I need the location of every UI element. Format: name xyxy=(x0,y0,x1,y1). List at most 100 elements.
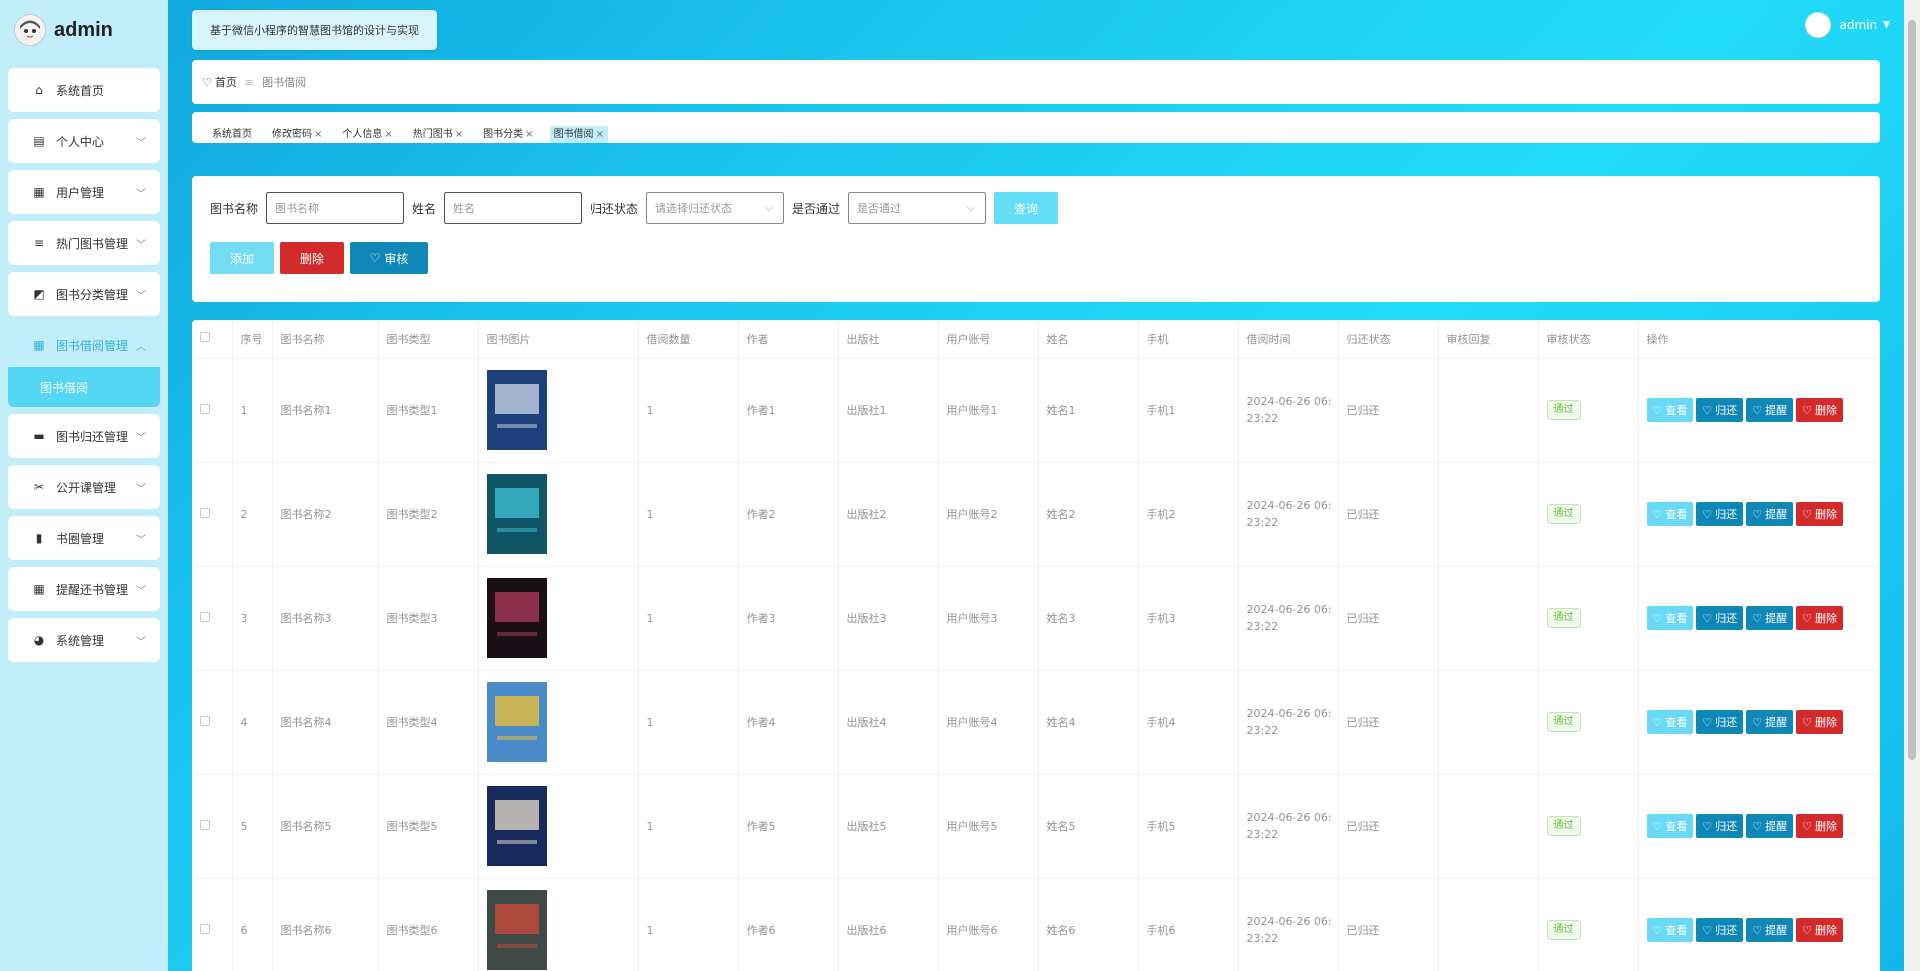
row-checkbox[interactable] xyxy=(200,819,210,830)
query-button[interactable]: 查询 xyxy=(994,192,1059,224)
remind-button[interactable]: ♡ 提醒 xyxy=(1746,606,1794,630)
column-header: 用户账号 xyxy=(938,320,1039,359)
view-button[interactable]: ♡ 查看 xyxy=(1646,398,1694,422)
sidebar-item[interactable]: ✂ 公开课管理 ﹀ xyxy=(8,465,160,509)
sidebar-item[interactable]: ▮ 书圈管理 ﹀ xyxy=(8,516,160,560)
tab-tag[interactable]: 个人信息 × xyxy=(338,126,396,143)
table-cell: ♡ 查看 ♡ 归还 ♡ 提醒 ♡ 删除 xyxy=(1638,774,1880,879)
table-row: 5 图书名称5 图书类型5 1 作者5 出版社5 用户账号5 姓名5 手机5 2024-06-26… xyxy=(192,774,1880,879)
return-status-label: 归还状态 xyxy=(590,201,639,216)
view-button[interactable]: ♡ 查看 xyxy=(1646,814,1694,838)
row-actions: ♡ 查看 ♡ 归还 ♡ 提醒 ♡ 删除 xyxy=(1646,710,1880,734)
breadcrumb-home[interactable]: 首页 xyxy=(215,74,237,90)
remind-button[interactable]: ♡ 提醒 xyxy=(1746,502,1794,526)
column-header: 手机 xyxy=(1138,320,1239,359)
return-button[interactable]: ♡ 归还 xyxy=(1696,918,1744,942)
monitor-icon: ▬ xyxy=(33,429,45,443)
row-checkbox[interactable] xyxy=(200,611,210,622)
table-body: 1 图书名称1 图书类型1 1 作者1 出版社1 用户账号1 姓名1 手机1 2024-06-26… xyxy=(192,358,1880,971)
delete-button[interactable]: 删除 xyxy=(280,242,344,274)
view-button[interactable]: ♡ 查看 xyxy=(1646,502,1694,526)
user-menu[interactable]: admin ▼ xyxy=(1805,12,1890,38)
return-button[interactable]: ♡ 归还 xyxy=(1696,502,1744,526)
table-cell: 图书名称3 xyxy=(272,566,379,671)
tab-tag[interactable]: 系统首页 xyxy=(208,126,256,143)
view-button[interactable]: ♡ 查看 xyxy=(1646,710,1694,734)
delete-row-button[interactable]: ♡ 删除 xyxy=(1796,502,1843,526)
view-button[interactable]: ♡ 查看 xyxy=(1646,918,1694,942)
remind-button[interactable]: ♡ 提醒 xyxy=(1746,814,1794,838)
sidebar-item[interactable]: ▬ 图书归还管理 ﹀ xyxy=(8,414,160,458)
name-input[interactable]: 姓名 xyxy=(444,192,583,224)
tab-tag[interactable]: 修改密码 × xyxy=(268,126,326,143)
sidebar-item[interactable]: ▦ 图书借阅管理 ︿ xyxy=(8,323,160,367)
chevron-up-icon: ︿ xyxy=(136,341,146,353)
table-cell: 用户账号2 xyxy=(938,462,1039,567)
book-name-label: 图书名称 xyxy=(210,201,259,216)
delete-row-button[interactable]: ♡ 删除 xyxy=(1796,814,1843,838)
scrollbar[interactable] xyxy=(1904,0,1920,971)
tab-tag-label: 系统首页 xyxy=(212,129,252,140)
scrollbar-thumb[interactable] xyxy=(1908,20,1916,760)
select-all-checkbox[interactable] xyxy=(200,332,210,343)
sidebar-item[interactable]: ≡ 热门图书管理 ﹀ xyxy=(8,221,160,265)
row-checkbox[interactable] xyxy=(200,715,210,726)
tab-tag[interactable]: 图书借阅 × xyxy=(549,126,608,143)
heart-icon: ♡ xyxy=(1652,611,1663,625)
main-area: 基于微信小程序的智慧图书馆的设计与实现 admin ▼ ♡ 首页 ≡ 图书借阅 … xyxy=(168,0,1920,971)
delete-row-button[interactable]: ♡ 删除 xyxy=(1796,710,1843,734)
table-cell: 手机5 xyxy=(1138,774,1239,879)
close-icon[interactable]: × xyxy=(596,129,604,140)
close-icon[interactable]: × xyxy=(314,129,322,140)
sidebar-item[interactable]: ⌂ 系统首页 xyxy=(8,68,160,112)
table-cell: 图书类型4 xyxy=(378,670,479,775)
tab-tag[interactable]: 图书分类 × xyxy=(479,126,537,143)
delete-row-button[interactable]: ♡ 删除 xyxy=(1796,398,1843,422)
close-icon[interactable]: × xyxy=(525,129,533,140)
approved-placeholder: 是否通过 xyxy=(857,202,902,215)
sidebar-item[interactable]: ▦ 用户管理 ﹀ xyxy=(8,170,160,214)
remind-button[interactable]: ♡ 提醒 xyxy=(1746,398,1794,422)
heart-icon: ♡ xyxy=(369,251,381,265)
close-icon[interactable]: × xyxy=(455,129,463,140)
return-button[interactable]: ♡ 归还 xyxy=(1696,606,1744,630)
audit-button[interactable]: ♡ 审核 xyxy=(350,242,428,274)
sidebar-item[interactable]: ◩ 图书分类管理 ﹀ xyxy=(8,272,160,316)
home-icon: ⌂ xyxy=(35,83,43,97)
table-cell: 作者4 xyxy=(738,670,839,775)
sidebar-item[interactable]: ◕ 系统管理 ﹀ xyxy=(8,618,160,662)
borrow-time-clock: 23:22 xyxy=(1246,724,1279,737)
chevron-down-icon: ﹀ xyxy=(136,432,146,444)
sidebar-subitem-borrow[interactable]: 图书借阅 xyxy=(8,367,160,407)
table-cell: 通过 xyxy=(1538,566,1639,671)
approved-select[interactable]: 是否通过 ⌵ xyxy=(848,192,987,224)
row-checkbox[interactable] xyxy=(200,403,210,414)
sidebar-item[interactable]: ▤ 个人中心 ﹀ xyxy=(8,119,160,163)
sidebar-item[interactable]: ▦ 提醒还书管理 ﹀ xyxy=(8,567,160,611)
return-button[interactable]: ♡ 归还 xyxy=(1696,814,1744,838)
table-cell: 作者2 xyxy=(738,462,839,567)
heart-icon: ♡ xyxy=(1802,715,1812,729)
row-checkbox[interactable] xyxy=(200,923,210,934)
add-button[interactable]: 添加 xyxy=(210,242,274,274)
tab-tag[interactable]: 热门图书 × xyxy=(409,126,467,143)
book-name-input[interactable]: 图书名称 xyxy=(266,192,405,224)
sidebar-menu: ⌂ 系统首页 ▤ 个人中心 ﹀ ▦ 用户管理 ﹀ ≡ 热门图书管理 ﹀ ◩ 图书分类管理 ﹀ ▦ 图书借阅管理… xyxy=(0,60,168,662)
return-status-select[interactable]: 请选择归还状态 ⌵ xyxy=(646,192,785,224)
return-button[interactable]: ♡ 归还 xyxy=(1696,398,1744,422)
table-cell: 出版社5 xyxy=(838,774,939,879)
ticket-icon: ✂ xyxy=(33,480,45,494)
remind-button[interactable]: ♡ 提醒 xyxy=(1746,918,1794,942)
close-icon[interactable]: × xyxy=(384,129,392,140)
remind-button[interactable]: ♡ 提醒 xyxy=(1746,710,1794,734)
delete-row-button[interactable]: ♡ 删除 xyxy=(1796,918,1843,942)
row-checkbox[interactable] xyxy=(200,507,210,518)
return-button[interactable]: ♡ 归还 xyxy=(1696,710,1744,734)
table-cell: 图书类型5 xyxy=(378,774,479,879)
view-button[interactable]: ♡ 查看 xyxy=(1646,606,1694,630)
grid-icon: ▦ xyxy=(33,582,45,596)
delete-row-button[interactable]: ♡ 删除 xyxy=(1796,606,1843,630)
column-header: 借阅时间 xyxy=(1238,320,1339,359)
chevron-down-icon: ﹀ xyxy=(136,534,146,546)
heart-icon: ♡ xyxy=(1652,819,1663,833)
